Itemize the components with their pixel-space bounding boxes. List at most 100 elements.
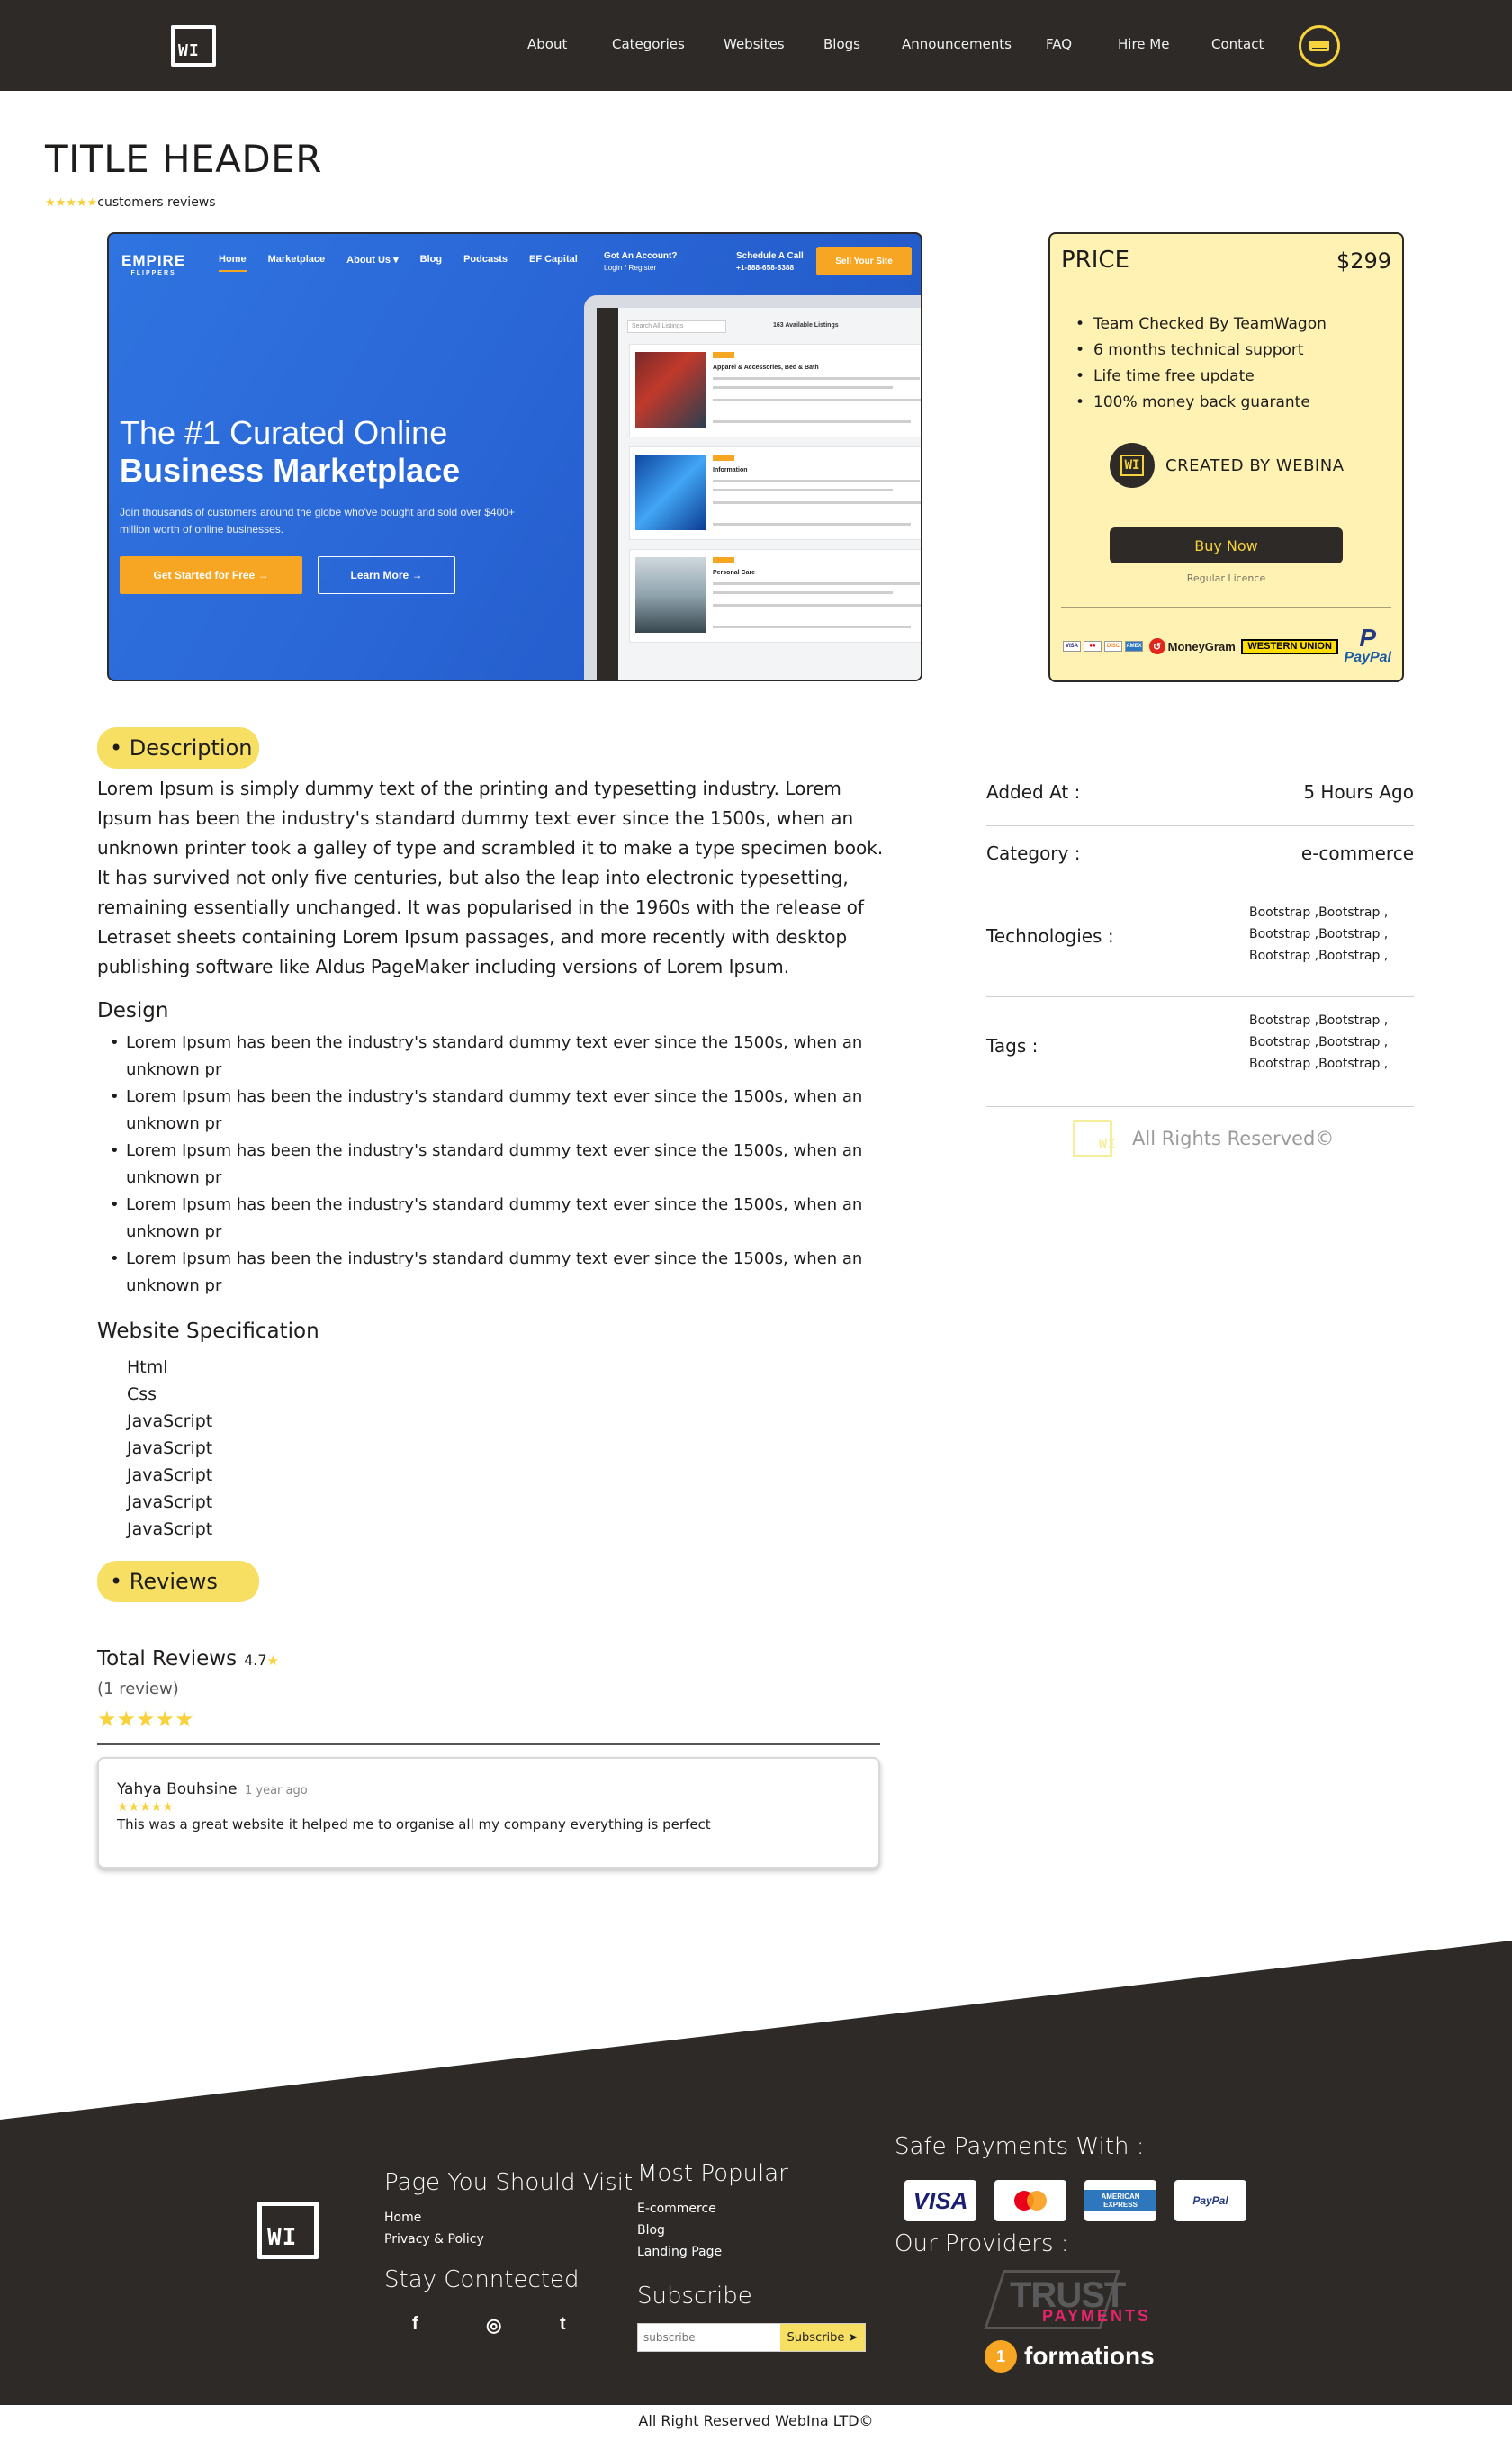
spec-list: Html Css JavaScript JavaScript JavaScrip…	[127, 1354, 212, 1543]
preview-listing-thumb	[635, 455, 706, 530]
preview-sidebar	[597, 308, 618, 680]
info-label: Tags :	[986, 1035, 1039, 1057]
moneygram-logo: ↺ MoneyGram	[1148, 638, 1236, 654]
sidebar-reserved: WI All Rights Reserved©	[1073, 1120, 1334, 1157]
preview-laptop-mockup: Search All Listings 163 Available Listin…	[584, 295, 921, 680]
nav-link-announcements[interactable]: Announcements	[902, 36, 1046, 52]
preview-headline: The #1 Curated Online Business Marketplac…	[120, 414, 461, 489]
spec-item: JavaScript	[127, 1465, 213, 1485]
footer-link-landing[interactable]: Landing Page	[637, 2245, 722, 2259]
preview-listing-thumb	[635, 557, 706, 633]
info-tags: Tags : Bootstrap ,Bootstrap , Bootstrap …	[986, 997, 1414, 1107]
amex-card: AMERICAN EXPRESS	[1084, 2180, 1156, 2221]
footer-link-home[interactable]: Home	[384, 2211, 421, 2225]
reviews-label[interactable]: customers reviews	[97, 195, 215, 210]
spec-item: JavaScript	[127, 1411, 213, 1431]
info-value: 5 Hours Ago	[1303, 781, 1414, 803]
total-reviews-label: Total Reviews	[97, 1647, 238, 1671]
footer-link-blog[interactable]: Blog	[637, 2223, 665, 2238]
subscribe-form: Subscribe ➤	[637, 2323, 866, 2352]
preview-search: Search All Listings	[627, 320, 726, 333]
info-label: Added At :	[986, 781, 1081, 803]
info-value[interactable]: e-commerce	[1301, 842, 1414, 864]
rating-summary: ★★★★★ customers reviews	[45, 195, 216, 210]
creator-info: WI CREATED BY WEBINA	[1110, 443, 1345, 488]
design-item: Lorem Ipsum has been the industry's stan…	[106, 1030, 880, 1084]
mastercard-card	[994, 2180, 1066, 2221]
creator-name[interactable]: CREATED BY WEBINA	[1166, 456, 1345, 475]
top-navbar: WI About Categories Websites Blogs Annou…	[0, 0, 1512, 91]
buy-now-button[interactable]: Buy Now	[1110, 527, 1343, 563]
preview-laptop-screen: Search All Listings 163 Available Listin…	[597, 308, 921, 680]
providers-heading: Our Providers :	[895, 2230, 1069, 2257]
nav-link-blogs[interactable]: Blogs	[824, 36, 902, 52]
review-stars: ★★★★★	[117, 1800, 174, 1815]
nav-link-categories[interactable]: Categories	[612, 36, 724, 52]
footer-logo[interactable]: WI	[257, 2202, 319, 2259]
divider	[97, 1743, 880, 1745]
facebook-icon[interactable]: f	[412, 2314, 418, 2335]
feature-item: Team Checked By TeamWagon	[1076, 311, 1327, 338]
spec-item: Css	[127, 1384, 158, 1404]
review-count: (1 review)	[97, 1680, 179, 1698]
mastercard-icon: ●●	[1084, 641, 1102, 652]
creator-logo: WI	[1110, 443, 1155, 488]
footer-link-ecommerce[interactable]: E-commerce	[637, 2202, 716, 2216]
spec-item: JavaScript	[127, 1519, 213, 1539]
sidebar-logo: WI	[1073, 1120, 1116, 1157]
formations-logo: 1 formations	[985, 2340, 1155, 2373]
spec-item: JavaScript	[127, 1492, 213, 1512]
preview-nav: Home Marketplace About Us ▾ Blog Podcast…	[219, 254, 578, 272]
preview-call: Schedule A Call +1-888-658-8388	[736, 251, 804, 272]
nav-link-websites[interactable]: Websites	[724, 36, 824, 52]
subscribe-heading: Subscribe	[637, 2283, 752, 2310]
card-icons: VISA ●● DISC AMEX	[1063, 641, 1143, 652]
preview-listing-card: Information	[629, 446, 921, 540]
design-item: Lorem Ipsum has been the industry's stan…	[106, 1246, 880, 1300]
footer-link-privacy[interactable]: Privacy & Policy	[384, 2232, 484, 2247]
nav-link-about[interactable]: About	[527, 36, 612, 52]
visit-heading: Page You Should Visit	[384, 2169, 634, 2196]
theme-toggle-button[interactable]	[1299, 25, 1340, 67]
preview-listing-card: Personal Care	[629, 549, 921, 643]
info-label: Technologies :	[986, 925, 1114, 947]
nav-link-contact[interactable]: Contact	[1211, 36, 1274, 52]
description-pill: • Description	[97, 727, 259, 769]
design-item: Lorem Ipsum has been the industry's stan…	[106, 1192, 880, 1246]
info-label: Category :	[986, 842, 1081, 864]
website-preview-image: EMPIRE FLIPPERS Home Marketplace About Us…	[107, 232, 922, 681]
info-category: Category : e-commerce	[986, 826, 1414, 887]
divider	[1061, 607, 1391, 608]
description-text: Lorem Ipsum is simply dummy text of the …	[97, 778, 884, 977]
subscribe-input[interactable]	[638, 2324, 780, 2351]
nav-link-hire-me[interactable]: Hire Me	[1118, 36, 1211, 52]
preview-sell-button: Sell Your Site	[816, 247, 912, 275]
payments-heading: Safe Payments With :	[895, 2133, 1145, 2160]
preview-nav-item: Podcasts	[464, 254, 508, 265]
preview-subtext: Join thousands of customers around the g…	[120, 506, 515, 536]
site-logo[interactable]: WI	[171, 25, 216, 67]
preview-nav-item: Home	[219, 254, 247, 272]
reviews-pill: • Reviews	[97, 1561, 259, 1602]
average-rating: 4.7	[244, 1652, 267, 1669]
preview-listing-thumb	[635, 352, 706, 428]
subscribe-button[interactable]: Subscribe ➤	[780, 2324, 865, 2351]
rating-stars: ★★★★★	[45, 195, 98, 210]
preview-listing-card: Apparel & Accessories, Bed & Bath	[629, 344, 921, 437]
page-title: TITLE HEADER	[45, 137, 322, 181]
amex-icon: AMEX	[1125, 641, 1143, 652]
feature-item: 6 months technical support	[1076, 338, 1327, 364]
review-time: 1 year ago	[245, 1784, 308, 1797]
trust-payments-sub: PAYMENTS	[1042, 2307, 1152, 2325]
visa-card: VISA	[904, 2180, 976, 2221]
review-card: Yahya Bouhsine 1 year ago ★★★★★ This was…	[97, 1757, 880, 1869]
spec-item: JavaScript	[127, 1438, 213, 1458]
instagram-icon[interactable]: ◎	[486, 2314, 501, 2337]
preview-nav-item: EF Capital	[529, 254, 578, 265]
western-union-logo: WESTERN UNION	[1241, 638, 1338, 654]
nav-link-faq[interactable]: FAQ	[1046, 36, 1118, 52]
preview-nav-item: About Us ▾	[346, 255, 399, 266]
twitter-icon[interactable]: t	[560, 2314, 566, 2335]
review-text: This was a great website it helped me to…	[117, 1816, 711, 1833]
connected-heading: Stay Conntected	[384, 2266, 580, 2293]
